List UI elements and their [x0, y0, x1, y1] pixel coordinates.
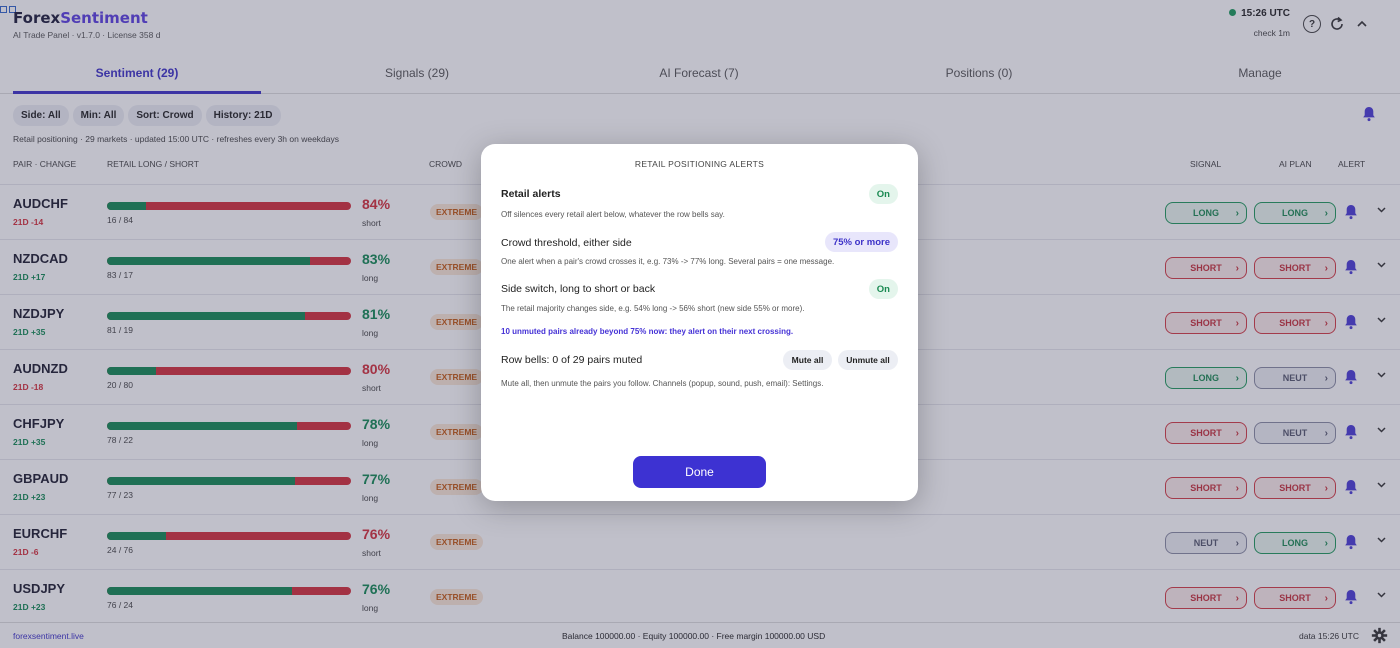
dialog-title: RETAIL POSITIONING ALERTS — [634, 159, 765, 169]
alerts-dialog: RETAIL POSITIONING ALERTS Retail alerts … — [481, 144, 918, 501]
side-switch-desc: The retail majority changes side, e.g. 5… — [501, 304, 805, 313]
side-switch-toggle[interactable]: On — [868, 279, 898, 299]
unmuted-note: 10 unmuted pairs already beyond 75% now:… — [501, 327, 794, 336]
done-button[interactable]: Done — [633, 456, 766, 488]
threshold-label: Crowd threshold, either side — [501, 237, 632, 249]
row-bells-label: Row bells: 0 of 29 pairs muted — [501, 354, 643, 366]
side-switch-label: Side switch, long to short or back — [501, 283, 656, 295]
unmute-all-button[interactable]: Unmute all — [838, 350, 898, 370]
retail-alerts-label: Retail alerts — [501, 188, 561, 200]
mute-all-button[interactable]: Mute all — [783, 350, 832, 370]
retail-alerts-toggle[interactable]: On — [868, 184, 898, 204]
retail-alerts-desc: Off silences every retail alert below, w… — [501, 210, 725, 219]
threshold-select[interactable]: 75% or more — [824, 232, 898, 252]
row-bells-desc: Mute all, then unmute the pairs you foll… — [501, 379, 824, 388]
app-window: ForexSentiment AI Trade Panel · v1.7.0 ·… — [0, 0, 1400, 648]
threshold-desc: One alert when a pair's crowd crosses it… — [501, 257, 835, 266]
